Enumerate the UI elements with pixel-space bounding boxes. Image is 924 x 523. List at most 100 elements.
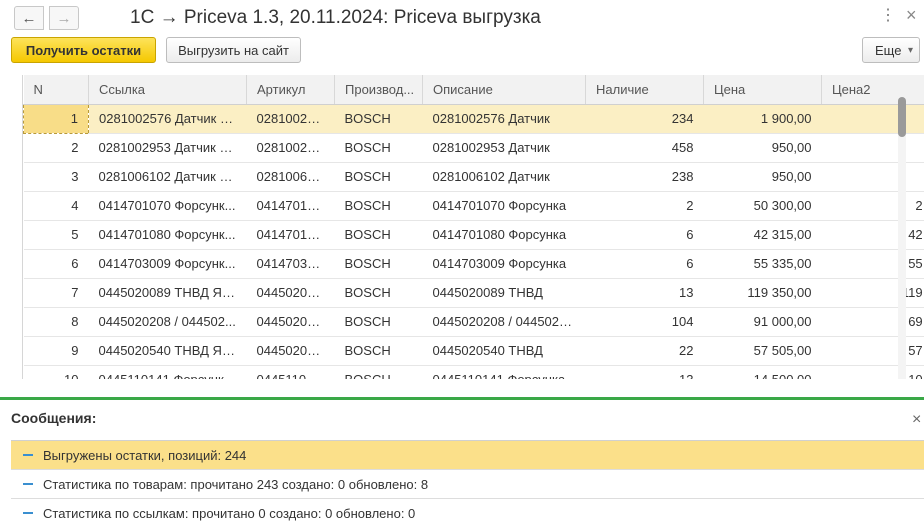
- cell-maker: BOSCH: [334, 278, 423, 308]
- cell-description: 0414701070 Форсунка: [422, 191, 586, 221]
- message-text: Статистика по товарам: прочитано 243 соз…: [43, 476, 429, 492]
- cell-stock: 22: [585, 336, 704, 366]
- cell-article: 0414703009: [246, 249, 335, 279]
- cell-ref: 0445020208 / 044502...: [88, 307, 247, 337]
- cell-n: 6: [23, 249, 89, 279]
- table-header: N Ссылка Артикул Производ... Описание На…: [23, 75, 924, 105]
- get-stock-button[interactable]: Получить остатки: [11, 37, 156, 63]
- cell-article: 0445110141: [246, 365, 335, 379]
- close-icon[interactable]: ×: [906, 6, 917, 24]
- cell-description: 0445020540 ТНВД: [422, 336, 586, 366]
- upload-to-site-button[interactable]: Выгрузить на сайт: [166, 37, 301, 63]
- cell-maker: BOSCH: [334, 104, 423, 134]
- cell-stock: 6: [585, 220, 704, 250]
- cell-article: 0445020089: [246, 278, 335, 308]
- cell-stock: 234: [585, 104, 704, 134]
- cell-price: 950,00: [703, 162, 822, 192]
- cell-description: 0281006102 Датчик: [422, 162, 586, 192]
- column-header-n[interactable]: N: [23, 75, 89, 105]
- cell-maker: BOSCH: [334, 307, 423, 337]
- close-icon[interactable]: ×: [912, 411, 921, 429]
- message-item[interactable]: Статистика по ссылкам: прочитано 0 созда…: [11, 499, 924, 523]
- cell-stock: 13: [585, 365, 704, 379]
- cell-ref: 0414701080 Форсунк...: [88, 220, 247, 250]
- window-title: 1С → Priceva 1.3, 20.11.2024: Priceva вы…: [130, 7, 541, 28]
- cell-maker: BOSCH: [334, 220, 423, 250]
- cell-article: 0281002953: [246, 133, 335, 163]
- messages-title: Сообщения:: [11, 410, 97, 426]
- cell-stock: 458: [585, 133, 704, 163]
- table-row[interactable]: 5 0414701080 Форсунк... 0414701080 BOSCH…: [23, 220, 924, 250]
- cell-n: 4: [23, 191, 89, 221]
- dash-icon: [23, 512, 33, 514]
- messages-list: Выгружены остатки, позиций: 244 Статисти…: [11, 440, 924, 523]
- table-row[interactable]: 8 0445020208 / 044502... 0445020208 BOSC…: [23, 307, 924, 337]
- more-button[interactable]: Еще ▾: [862, 37, 920, 63]
- column-header-article[interactable]: Артикул: [246, 75, 335, 105]
- cell-description: 0281002576 Датчик: [422, 104, 586, 134]
- cell-price: 57 505,00: [703, 336, 822, 366]
- column-header-price2[interactable]: Цена2: [821, 75, 924, 105]
- more-button-label: Еще: [875, 42, 902, 58]
- cell-price2: 3: [821, 104, 924, 134]
- dash-icon: [23, 483, 33, 485]
- title-bar: ← → 1С → Priceva 1.3, 20.11.2024: Pricev…: [0, 0, 924, 36]
- cell-n: 9: [23, 336, 89, 366]
- cell-n: 1: [23, 103, 89, 134]
- column-header-maker[interactable]: Производ...: [334, 75, 423, 105]
- column-header-ref[interactable]: Ссылка: [88, 75, 247, 105]
- cell-n: 5: [23, 220, 89, 250]
- table-row[interactable]: 10 0445110141 Форсунк... 0445110141 BOSC…: [23, 365, 924, 379]
- cell-description: 0445020089 ТНВД: [422, 278, 586, 308]
- cell-ref: 0281002576 Датчик С...: [88, 104, 247, 134]
- chevron-down-icon: ▾: [907, 44, 913, 56]
- table-row[interactable]: 9 0445020540 ТНВД Ян... 0445020540 BOSCH…: [23, 336, 924, 366]
- table-row[interactable]: 2 0281002953 Датчик С... 0281002953 BOSC…: [23, 133, 924, 163]
- cell-price2: 57 5: [821, 336, 924, 366]
- cell-ref: 0445020540 ТНВД Ян...: [88, 336, 247, 366]
- table-row[interactable]: 4 0414701070 Форсунк... 0414701070 BOSCH…: [23, 191, 924, 221]
- cell-article: 0414701070: [246, 191, 335, 221]
- cell-maker: BOSCH: [334, 249, 423, 279]
- scrollbar-thumb[interactable]: [898, 97, 906, 137]
- message-item[interactable]: Выгружены остатки, позиций: 244: [11, 441, 924, 470]
- cell-price: 950,00: [703, 133, 822, 163]
- arrow-left-icon: ←: [21, 9, 37, 27]
- cell-article: 0414701080: [246, 220, 335, 250]
- table-scrollbar[interactable]: [898, 97, 906, 379]
- cell-price: 1 900,00: [703, 104, 822, 134]
- table-row[interactable]: 3 0281006102 Датчик С... 0281006102 BOSC…: [23, 162, 924, 192]
- back-button[interactable]: ←: [14, 6, 44, 30]
- arrow-right-icon: →: [56, 9, 72, 27]
- column-header-stock[interactable]: Наличие: [585, 75, 704, 105]
- cell-article: 0281006102: [246, 162, 335, 192]
- message-text: Статистика по ссылкам: прочитано 0 созда…: [43, 505, 416, 521]
- cell-n: 3: [23, 162, 89, 192]
- table-row[interactable]: 7 0445020089 ТНВД Ян... 0445020089 BOSCH…: [23, 278, 924, 308]
- more-vertical-icon[interactable]: ⋮: [880, 8, 896, 24]
- cell-price: 91 000,00: [703, 307, 822, 337]
- cell-ref: 0414701070 Форсунк...: [88, 191, 247, 221]
- cell-price2: 69 4: [821, 307, 924, 337]
- forward-button[interactable]: →: [49, 6, 79, 30]
- cell-description: 0414703009 Форсунка: [422, 249, 586, 279]
- cell-description: 0281002953 Датчик: [422, 133, 586, 163]
- data-table[interactable]: N Ссылка Артикул Производ... Описание На…: [22, 75, 924, 379]
- cell-n: 8: [23, 307, 89, 337]
- cell-description: 0445020208 / 0445020...: [422, 307, 586, 337]
- command-bar: Получить остатки Выгрузить на сайт Еще ▾: [0, 37, 924, 67]
- cell-ref: 0445020089 ТНВД Ян...: [88, 278, 247, 308]
- cell-stock: 13: [585, 278, 704, 308]
- cell-price2: 10 1: [821, 365, 924, 379]
- message-text: Выгружены остатки, позиций: 244: [43, 447, 247, 463]
- cell-article: 0281002576: [246, 104, 335, 134]
- column-header-description[interactable]: Описание: [422, 75, 586, 105]
- dash-icon: [23, 454, 33, 456]
- message-item[interactable]: Статистика по товарам: прочитано 243 соз…: [11, 470, 924, 499]
- cell-ref: 0445110141 Форсунк...: [88, 365, 247, 379]
- cell-description: 0445110141 Форсунка: [422, 365, 586, 379]
- table-row[interactable]: 1 0281002576 Датчик С... 0281002576 BOSC…: [23, 103, 924, 134]
- column-header-price[interactable]: Цена: [703, 75, 822, 105]
- cell-price2: 9: [821, 133, 924, 163]
- table-row[interactable]: 6 0414703009 Форсунк... 0414703009 BOSCH…: [23, 249, 924, 279]
